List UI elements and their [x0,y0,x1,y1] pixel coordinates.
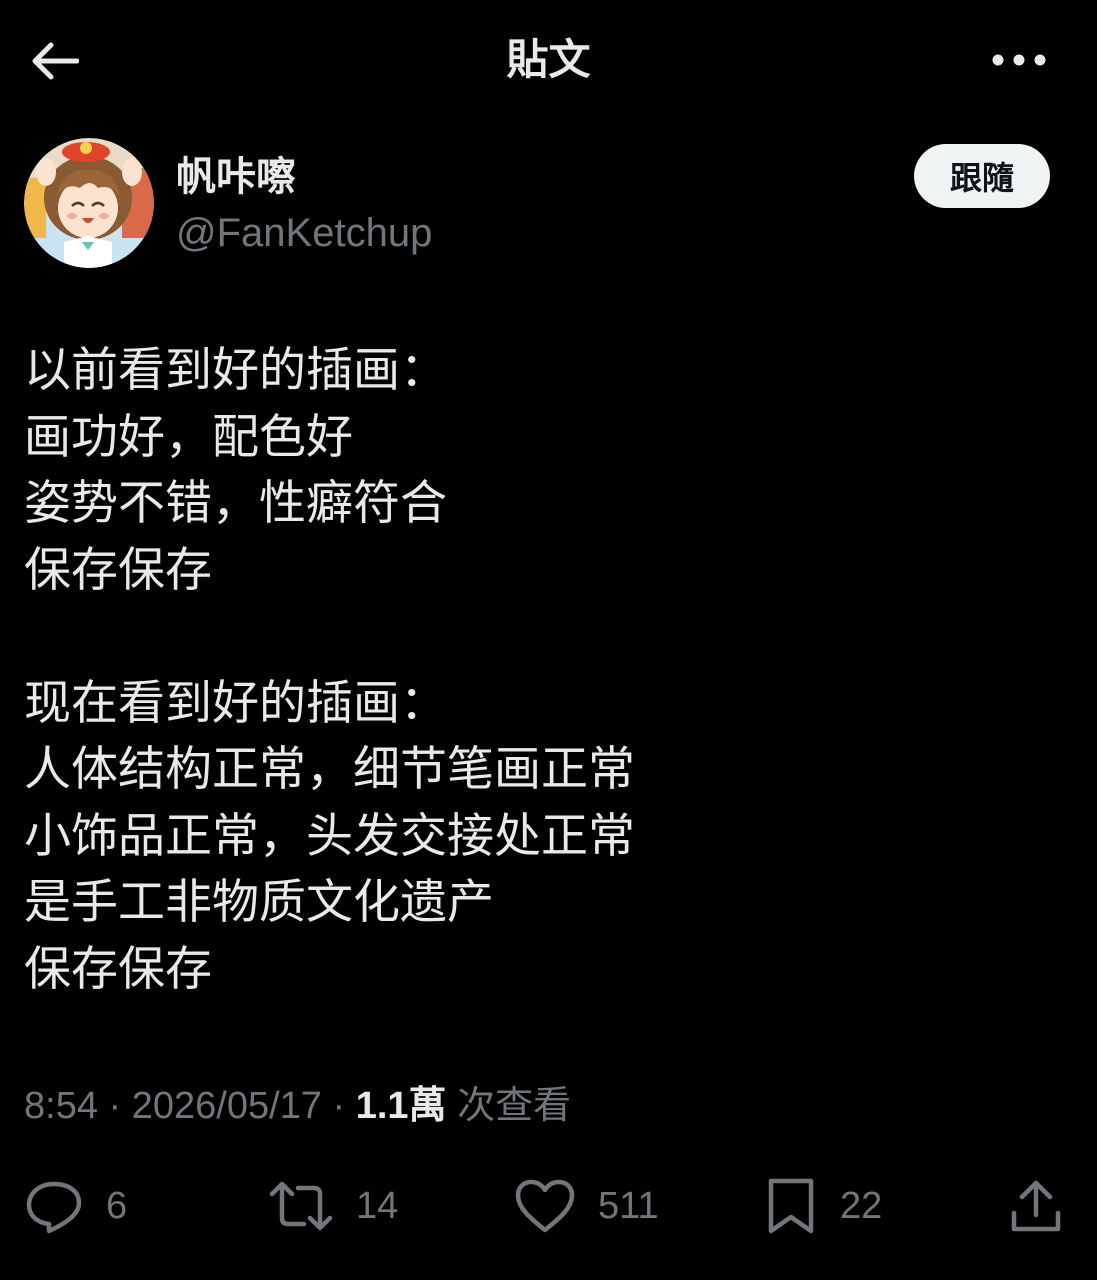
tweet-line: 是手工非物质文化遗产 [24,875,494,930]
tweet-time[interactable]: 8:54 [24,1085,98,1127]
avatar[interactable] [24,138,154,268]
author-display-name[interactable]: 帆咔嚓 [176,152,296,202]
bookmark-count: 22 [840,1184,883,1227]
views-label: 次查看 [446,1085,572,1127]
reply-icon [24,1178,84,1234]
tweet-line: 姿势不错，性癖符合 [24,476,447,531]
retweet-button[interactable]: 14 [268,1170,398,1242]
like-button[interactable]: 511 [514,1170,659,1242]
author-row: 帆咔嚓 @FanKetchup 跟隨 [24,138,1074,270]
retweet-icon [268,1178,334,1234]
top-bar: 貼文 [0,0,1097,120]
follow-button[interactable]: 跟隨 [914,144,1050,208]
bookmark-icon [764,1177,818,1235]
tweet-line: 保存保存 [24,542,212,598]
retweet-count: 14 [356,1184,399,1227]
share-icon [1008,1177,1064,1235]
tweet-line: 画功好，配色好 [24,409,353,465]
meta-separator: · [97,1085,132,1127]
meta-separator: · [321,1085,356,1127]
reply-count: 6 [106,1184,128,1227]
tweet-meta: 8:54 · 2026/05/17 · 1.1萬 次查看 [24,1080,571,1132]
tweet-line: 小饰品正常，头发交接处正常 [24,808,635,864]
action-bar: 6 14 511 22 [0,1170,1097,1242]
share-button[interactable] [1008,1170,1064,1242]
like-count: 511 [598,1184,659,1227]
more-options-button[interactable] [983,36,1055,84]
heart-icon [514,1178,576,1234]
tweet-date[interactable]: 2026/05/17 [132,1085,322,1127]
views-count[interactable]: 1.1萬 [356,1085,447,1127]
author-handle[interactable]: @FanKetchup [176,208,432,258]
tweet-line: 以前看到好的插画： [24,343,447,398]
tweet-line: 保存保存 [24,941,212,997]
tweet-line: 人体结构正常，细节笔画正常 [24,742,635,797]
reply-button[interactable]: 6 [24,1170,127,1242]
tweet-text: 以前看到好的插画： 画功好，配色好 姿势不错，性癖符合 保存保存 现在看到好的插… [24,338,1064,1003]
bookmark-button[interactable]: 22 [764,1170,882,1242]
page-title: 貼文 [506,35,591,84]
tweet-line: 现在看到好的插画： [24,675,447,731]
more-horizontal-icon [991,53,1047,67]
